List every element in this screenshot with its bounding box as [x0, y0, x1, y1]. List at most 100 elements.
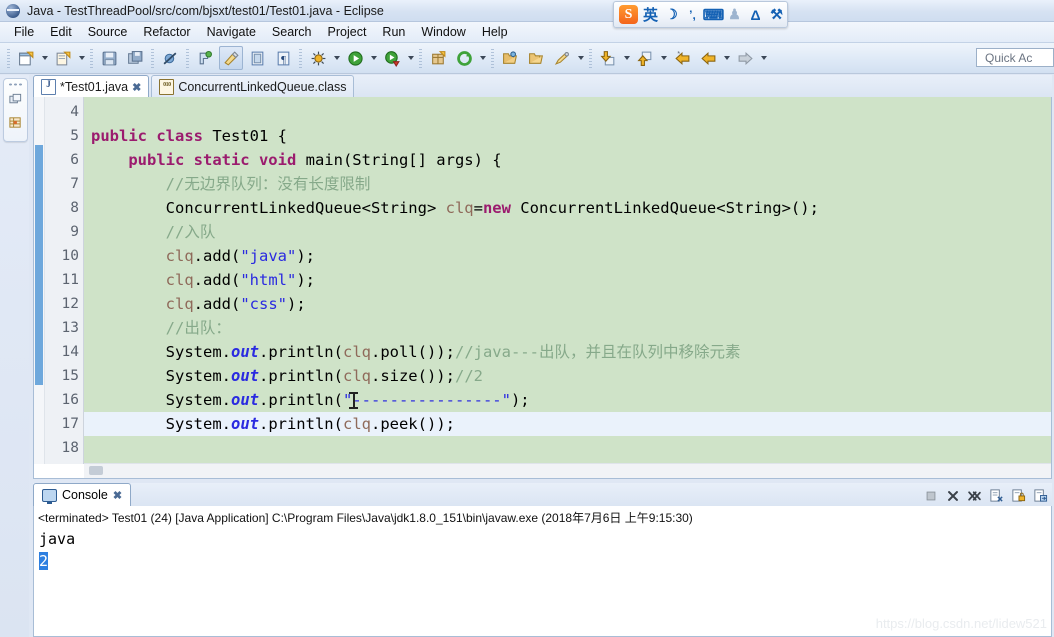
- scroll-lock-button[interactable]: [1010, 487, 1027, 504]
- soft-keyboard-icon[interactable]: ⌨: [703, 5, 725, 24]
- refresh-dropdown[interactable]: [477, 47, 488, 69]
- sogou-logo-icon[interactable]: S: [619, 5, 638, 24]
- code-line[interactable]: [84, 100, 1051, 124]
- tab-console[interactable]: Console ✖: [33, 483, 132, 506]
- menu-file[interactable]: File: [6, 23, 42, 41]
- last-edit-location-button[interactable]: *: [670, 46, 694, 70]
- annotate-button[interactable]: [219, 46, 243, 70]
- run-external-tools-button[interactable]: [380, 46, 404, 70]
- run-external-tools-dropdown[interactable]: [405, 47, 416, 69]
- open-resource-button[interactable]: [524, 46, 548, 70]
- menu-edit[interactable]: Edit: [42, 23, 80, 41]
- quick-access-input[interactable]: Quick Ac: [976, 48, 1054, 67]
- remove-all-terminated-button[interactable]: [966, 487, 983, 504]
- toolbar-grip-4[interactable]: [186, 48, 189, 68]
- pin-console-button[interactable]: [1032, 487, 1049, 504]
- forward-dropdown[interactable]: [758, 47, 769, 69]
- code-line[interactable]: public class Test01 {: [84, 124, 1051, 148]
- scrollbar-thumb[interactable]: [89, 466, 103, 475]
- code-token: );: [296, 247, 315, 265]
- code-line[interactable]: //无边界队列：没有长度限制: [84, 172, 1051, 196]
- previous-annotation-button[interactable]: [633, 46, 657, 70]
- new-java-class-dropdown[interactable]: [76, 47, 87, 69]
- punctuation-icon[interactable]: ʼ,: [684, 5, 701, 24]
- back-dropdown[interactable]: [721, 47, 732, 69]
- code-line[interactable]: ConcurrentLinkedQueue<String> clq=new Co…: [84, 196, 1051, 220]
- code-text-area[interactable]: public class Test01 { public static void…: [84, 97, 1051, 464]
- package-explorer-icon[interactable]: [8, 92, 23, 107]
- overview-ruler-left[interactable]: [34, 97, 45, 464]
- toggle-mark-occurrences-button[interactable]: [193, 46, 217, 70]
- previous-annotation-dropdown[interactable]: [658, 47, 669, 69]
- view-stack-grip[interactable]: [8, 83, 23, 86]
- tab-concurrentlinkedqueue-class[interactable]: ConcurrentLinkedQueue.class: [151, 75, 355, 97]
- user-icon[interactable]: ♟: [726, 5, 743, 24]
- menu-help[interactable]: Help: [474, 23, 516, 41]
- back-button[interactable]: [696, 46, 720, 70]
- line-number-gutter[interactable]: 4 5 6 7 8 9 10 11 12 13 14 15 16 17 18: [45, 97, 95, 464]
- toolbar-grip-7[interactable]: [491, 48, 494, 68]
- toolbar-grip-5[interactable]: [299, 48, 302, 68]
- ime-toolbar[interactable]: S 英 ☽ ʼ, ⌨ ♟ Δ ⚒: [613, 1, 788, 28]
- tab-test01-java[interactable]: *Test01.java ✖: [33, 75, 150, 98]
- menu-run[interactable]: Run: [374, 23, 413, 41]
- toolbar-grip-3[interactable]: [151, 48, 154, 68]
- next-annotation-dropdown[interactable]: [621, 47, 632, 69]
- code-line[interactable]: System.out.println(clq.poll());//java---…: [84, 340, 1051, 364]
- new-wizard-dropdown[interactable]: [39, 47, 50, 69]
- run-button[interactable]: [343, 46, 367, 70]
- close-icon[interactable]: ✖: [113, 489, 122, 502]
- minimized-view-stack[interactable]: [3, 78, 28, 142]
- menu-refactor[interactable]: Refactor: [135, 23, 198, 41]
- code-editor[interactable]: 4 5 6 7 8 9 10 11 12 13 14 15 16 17 18 public class Te…: [33, 97, 1052, 479]
- new-java-class-button[interactable]: [51, 46, 75, 70]
- skin-icon[interactable]: Δ: [747, 5, 764, 24]
- new-package-button[interactable]: [426, 46, 450, 70]
- save-button[interactable]: [97, 46, 121, 70]
- menu-window[interactable]: Window: [413, 23, 473, 41]
- console-output-line: 2: [34, 550, 1051, 572]
- menu-project[interactable]: Project: [320, 23, 375, 41]
- highlight-pen-dropdown[interactable]: [575, 47, 586, 69]
- next-annotation-button[interactable]: [596, 46, 620, 70]
- outline-icon[interactable]: [8, 115, 23, 130]
- menu-source[interactable]: Source: [80, 23, 136, 41]
- debug-button[interactable]: [306, 46, 330, 70]
- menu-search[interactable]: Search: [264, 23, 320, 41]
- ime-language-mode-label[interactable]: 英: [642, 5, 659, 24]
- line-number: 13: [61, 320, 79, 336]
- code-line[interactable]: clq.add("css");: [84, 292, 1051, 316]
- new-wizard-button[interactable]: [14, 46, 38, 70]
- highlight-pen-button[interactable]: [550, 46, 574, 70]
- toolbar-grip-2[interactable]: [90, 48, 93, 68]
- code-line[interactable]: System.out.println(clq.size());//2: [84, 364, 1051, 388]
- show-whitespace-button[interactable]: ¶: [271, 46, 295, 70]
- refresh-button[interactable]: [452, 46, 476, 70]
- toolbox-icon[interactable]: ⚒: [768, 5, 785, 24]
- code-line-current[interactable]: System.out.println(clq.peek());: [84, 412, 1051, 436]
- code-line[interactable]: clq.add("html");: [84, 268, 1051, 292]
- code-line[interactable]: //出队：: [84, 316, 1051, 340]
- code-line[interactable]: public static void main(String[] args) {: [84, 148, 1051, 172]
- toolbar-grip[interactable]: [7, 48, 10, 68]
- forward-button[interactable]: [733, 46, 757, 70]
- debug-dropdown[interactable]: [331, 47, 342, 69]
- code-line[interactable]: //入队: [84, 220, 1051, 244]
- skip-all-breakpoints-button[interactable]: [158, 46, 182, 70]
- code-line[interactable]: clq.add("java");: [84, 244, 1051, 268]
- remove-launch-button[interactable]: [944, 487, 961, 504]
- code-line[interactable]: [84, 436, 1051, 460]
- moon-icon[interactable]: ☽: [663, 5, 680, 24]
- open-type-button[interactable]: [245, 46, 269, 70]
- code-line[interactable]: System.out.println("----------------");: [84, 388, 1051, 412]
- close-icon[interactable]: ✖: [132, 81, 141, 94]
- terminate-button[interactable]: [922, 487, 939, 504]
- toolbar-grip-8[interactable]: [589, 48, 592, 68]
- clear-console-button[interactable]: [988, 487, 1005, 504]
- search-folder-button[interactable]: [498, 46, 522, 70]
- run-dropdown[interactable]: [368, 47, 379, 69]
- save-all-button[interactable]: [123, 46, 147, 70]
- editor-horizontal-scrollbar[interactable]: [84, 463, 1051, 478]
- toolbar-grip-6[interactable]: [419, 48, 422, 68]
- menu-navigate[interactable]: Navigate: [199, 23, 264, 41]
